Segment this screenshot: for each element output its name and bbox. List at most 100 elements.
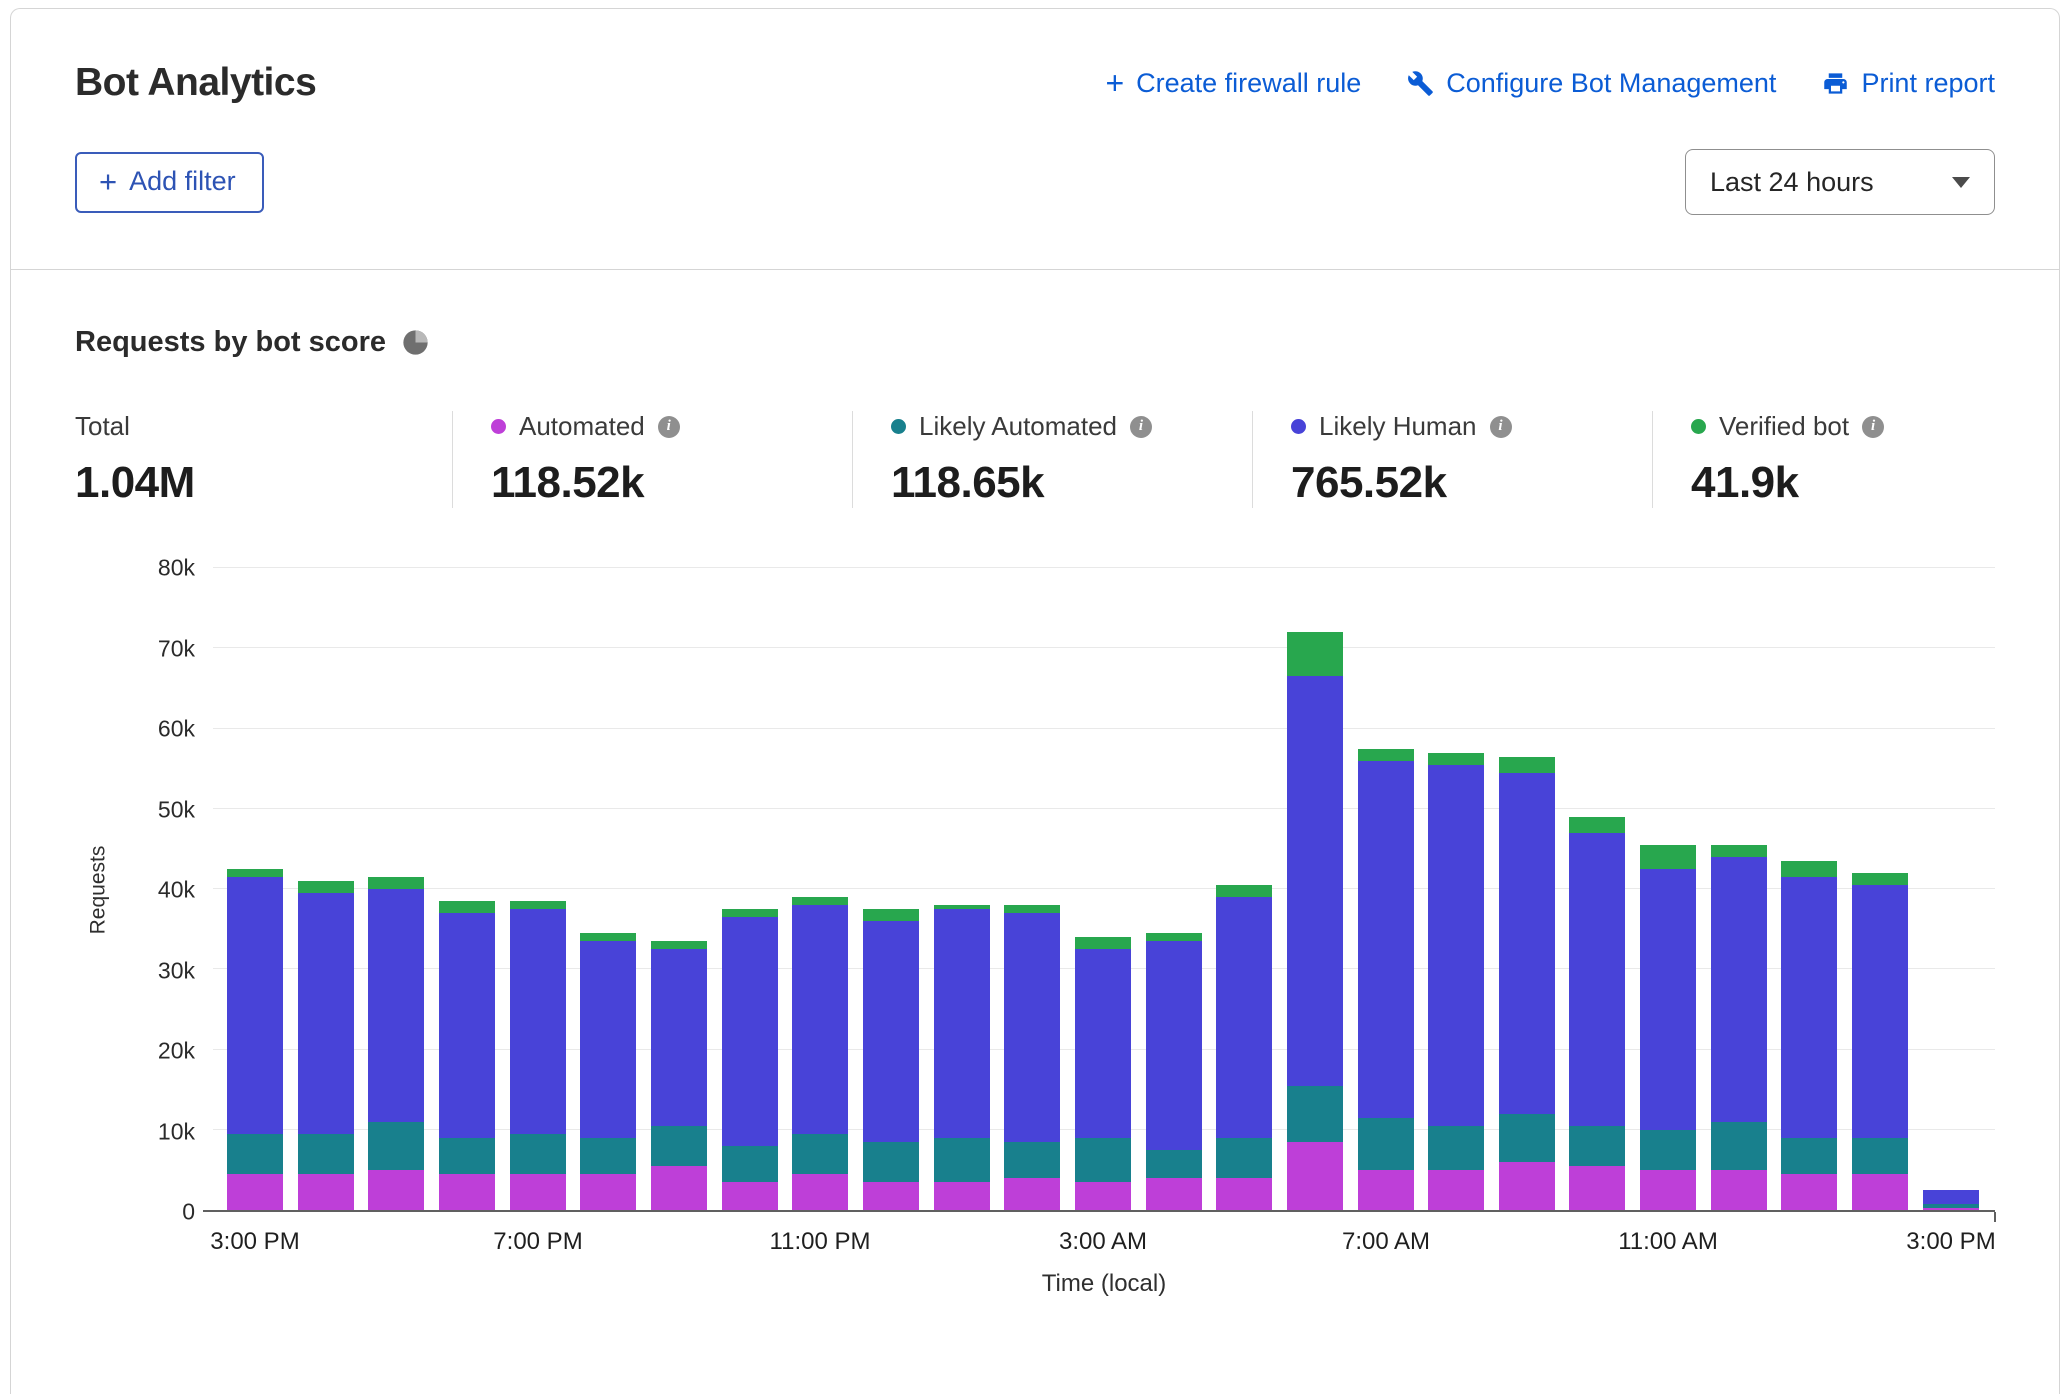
bar[interactable] bbox=[1287, 568, 1343, 1210]
bar[interactable] bbox=[580, 568, 636, 1210]
bar[interactable] bbox=[1711, 568, 1767, 1210]
bar[interactable] bbox=[1216, 568, 1272, 1210]
bar-segment[interactable] bbox=[651, 1126, 707, 1166]
bar[interactable] bbox=[298, 568, 354, 1210]
bar-segment[interactable] bbox=[1499, 1114, 1555, 1162]
bar-segment[interactable] bbox=[227, 1174, 283, 1210]
bar-segment[interactable] bbox=[863, 1142, 919, 1182]
bar-segment[interactable] bbox=[580, 941, 636, 1138]
bar-segment[interactable] bbox=[298, 1174, 354, 1210]
bar-segment[interactable] bbox=[1075, 1182, 1131, 1210]
bar[interactable] bbox=[722, 568, 778, 1210]
bar-segment[interactable] bbox=[1004, 913, 1060, 1142]
bar-segment[interactable] bbox=[227, 1134, 283, 1174]
bar[interactable] bbox=[368, 568, 424, 1210]
bar-segment[interactable] bbox=[580, 1138, 636, 1174]
bar-segment[interactable] bbox=[1781, 877, 1837, 1138]
bar-segment[interactable] bbox=[651, 941, 707, 949]
bar-segment[interactable] bbox=[722, 1182, 778, 1210]
bar-segment[interactable] bbox=[1711, 1122, 1767, 1170]
bar-segment[interactable] bbox=[298, 1134, 354, 1174]
bar[interactable] bbox=[863, 568, 919, 1210]
bar[interactable] bbox=[510, 568, 566, 1210]
bar-segment[interactable] bbox=[368, 1122, 424, 1170]
bar-segment[interactable] bbox=[1146, 1178, 1202, 1210]
bar-segment[interactable] bbox=[1075, 949, 1131, 1138]
bar-segment[interactable] bbox=[1216, 1178, 1272, 1210]
bar-segment[interactable] bbox=[934, 1182, 990, 1210]
bar-segment[interactable] bbox=[1428, 1126, 1484, 1170]
bar-segment[interactable] bbox=[1640, 869, 1696, 1130]
bar-segment[interactable] bbox=[1075, 937, 1131, 949]
bar-segment[interactable] bbox=[1640, 1130, 1696, 1170]
bar-segment[interactable] bbox=[1569, 833, 1625, 1126]
bar-segment[interactable] bbox=[1711, 1170, 1767, 1210]
bar[interactable] bbox=[651, 568, 707, 1210]
bar-segment[interactable] bbox=[1781, 1138, 1837, 1174]
bar-segment[interactable] bbox=[368, 877, 424, 889]
bar-segment[interactable] bbox=[722, 909, 778, 917]
bar-segment[interactable] bbox=[792, 1174, 848, 1210]
bar-segment[interactable] bbox=[1146, 941, 1202, 1150]
bar-segment[interactable] bbox=[1569, 1126, 1625, 1166]
bar-segment[interactable] bbox=[934, 909, 990, 1138]
bar-segment[interactable] bbox=[227, 877, 283, 1134]
bar-segment[interactable] bbox=[863, 921, 919, 1142]
bar-segment[interactable] bbox=[1428, 753, 1484, 765]
bar-segment[interactable] bbox=[651, 1166, 707, 1210]
bar-segment[interactable] bbox=[580, 1174, 636, 1210]
info-icon[interactable] bbox=[1862, 416, 1884, 438]
bar[interactable] bbox=[1923, 568, 1979, 1210]
bar-segment[interactable] bbox=[1428, 765, 1484, 1126]
bar-segment[interactable] bbox=[298, 881, 354, 893]
bar-segment[interactable] bbox=[1216, 897, 1272, 1138]
bar-segment[interactable] bbox=[1004, 1142, 1060, 1178]
bar-segment[interactable] bbox=[792, 1134, 848, 1174]
bar-segment[interactable] bbox=[1216, 1138, 1272, 1178]
bar-segment[interactable] bbox=[934, 1138, 990, 1182]
bar-segment[interactable] bbox=[1852, 1138, 1908, 1174]
bar[interactable] bbox=[1146, 568, 1202, 1210]
bar-segment[interactable] bbox=[1852, 1174, 1908, 1210]
bar[interactable] bbox=[934, 568, 990, 1210]
bar-segment[interactable] bbox=[368, 889, 424, 1122]
bar-segment[interactable] bbox=[1923, 1190, 1979, 1204]
bar-segment[interactable] bbox=[1640, 1170, 1696, 1210]
bar[interactable] bbox=[1781, 568, 1837, 1210]
bar-segment[interactable] bbox=[1428, 1170, 1484, 1210]
bar[interactable] bbox=[792, 568, 848, 1210]
info-icon[interactable] bbox=[1130, 416, 1152, 438]
bar-segment[interactable] bbox=[863, 1182, 919, 1210]
bar-segment[interactable] bbox=[1499, 757, 1555, 773]
bar-segment[interactable] bbox=[439, 913, 495, 1138]
bar[interactable] bbox=[1075, 568, 1131, 1210]
bar-segment[interactable] bbox=[792, 905, 848, 1134]
bar-segment[interactable] bbox=[1004, 1178, 1060, 1210]
bar-segment[interactable] bbox=[1499, 773, 1555, 1114]
info-icon[interactable] bbox=[1490, 416, 1512, 438]
bar-segment[interactable] bbox=[722, 917, 778, 1146]
bar[interactable] bbox=[1852, 568, 1908, 1210]
bar-segment[interactable] bbox=[1569, 1166, 1625, 1210]
bar-segment[interactable] bbox=[1781, 1174, 1837, 1210]
bar-segment[interactable] bbox=[1287, 632, 1343, 676]
bar-segment[interactable] bbox=[1287, 676, 1343, 1085]
bar-segment[interactable] bbox=[1923, 1208, 1979, 1210]
info-icon[interactable] bbox=[658, 416, 680, 438]
bar-segment[interactable] bbox=[439, 901, 495, 913]
bar-segment[interactable] bbox=[368, 1170, 424, 1210]
bar[interactable] bbox=[1004, 568, 1060, 1210]
bar-segment[interactable] bbox=[1711, 845, 1767, 857]
bar[interactable] bbox=[439, 568, 495, 1210]
bar[interactable] bbox=[227, 568, 283, 1210]
bar-segment[interactable] bbox=[1287, 1086, 1343, 1142]
bar[interactable] bbox=[1640, 568, 1696, 1210]
bar[interactable] bbox=[1569, 568, 1625, 1210]
bar-segment[interactable] bbox=[1216, 885, 1272, 897]
bar[interactable] bbox=[1499, 568, 1555, 1210]
bar-segment[interactable] bbox=[1358, 1118, 1414, 1170]
bar-segment[interactable] bbox=[1499, 1162, 1555, 1210]
bar-segment[interactable] bbox=[227, 869, 283, 877]
bar-segment[interactable] bbox=[439, 1174, 495, 1210]
bar-segment[interactable] bbox=[298, 893, 354, 1134]
